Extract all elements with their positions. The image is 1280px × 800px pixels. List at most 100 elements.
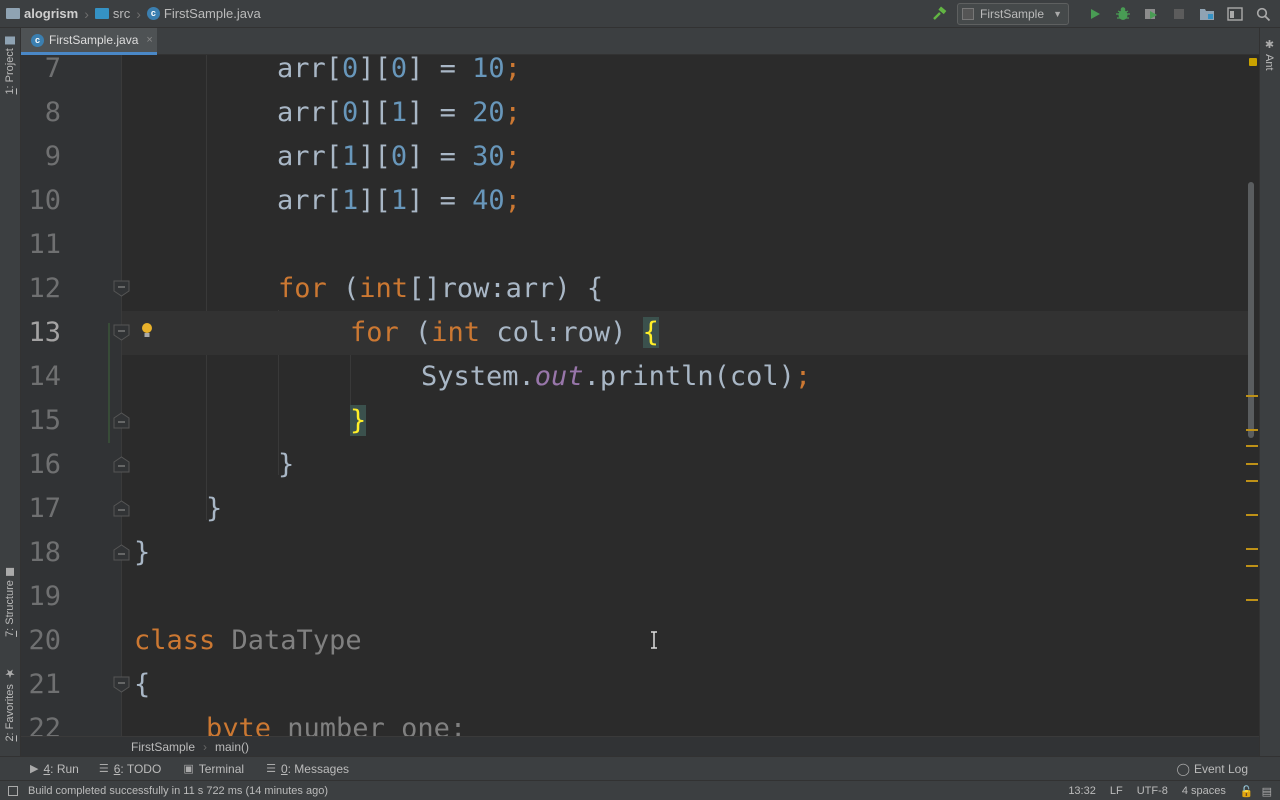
run-tab-number: 4 <box>43 761 51 776</box>
code-text: class DataType <box>134 625 362 656</box>
warning-marker[interactable] <box>1246 548 1258 550</box>
code-line: 16 } <box>21 443 1249 487</box>
left-tool-strip: 1: Project 7: Structure 2: Favorites ★ <box>0 28 21 756</box>
line-number: 21 <box>28 669 61 700</box>
tab-firstsample-java[interactable]: c FirstSample.java × <box>21 28 157 55</box>
toggle-tool-windows-icon[interactable] <box>8 785 18 796</box>
lock-icon[interactable]: 🔓 <box>1240 785 1254 798</box>
tab-label: FirstSample.java <box>49 33 139 47</box>
warning-marker[interactable] <box>1246 463 1258 465</box>
debug-bug-icon[interactable] <box>1112 3 1134 25</box>
ant-tab-label: Ant <box>1263 54 1275 71</box>
run-tab-label: : Run <box>50 761 79 776</box>
run-configuration-select[interactable]: FirstSample ▼ <box>957 3 1069 25</box>
code-line: 9 arr[1][0] = 30; <box>21 135 1249 179</box>
breadcrumb-method[interactable]: main() <box>215 740 249 754</box>
structure-tool-window-button[interactable]: 7: Structure <box>2 568 18 637</box>
line-number: 13 <box>28 317 61 348</box>
warning-marker[interactable] <box>1246 599 1258 601</box>
breadcrumb-src[interactable]: src › <box>89 0 141 28</box>
code-text: arr[1][0] = 30; <box>277 141 521 172</box>
warning-marker[interactable] <box>1246 514 1258 516</box>
run-icon[interactable] <box>1084 3 1106 25</box>
file-encoding[interactable]: UTF-8 <box>1137 785 1168 797</box>
memory-indicator-icon[interactable]: ▤ <box>1262 785 1272 798</box>
code-line: 22 byte number_one; <box>21 707 1249 736</box>
java-class-icon: c <box>31 33 44 47</box>
window-layout-icon[interactable] <box>1224 3 1246 25</box>
code-breadcrumb: FirstSample › main() <box>21 736 1259 756</box>
search-everywhere-icon[interactable] <box>1252 3 1274 25</box>
coverage-icon[interactable] <box>1140 3 1162 25</box>
terminal-tab-label: Terminal <box>198 761 245 776</box>
warning-marker[interactable] <box>1246 480 1258 482</box>
warning-marker[interactable] <box>1246 565 1258 567</box>
fold-collapse-icon[interactable] <box>113 324 130 341</box>
code-text: } <box>206 493 223 524</box>
scrollbar-thumb[interactable] <box>1248 182 1254 438</box>
code-line: 7 arr[0][0] = 10; <box>21 55 1249 91</box>
build-hammer-icon[interactable] <box>928 3 950 25</box>
fold-end-icon[interactable] <box>113 544 130 561</box>
project-tab-number: 1 <box>4 88 16 95</box>
breadcrumb-project-label: alogrism <box>24 6 79 21</box>
java-class-icon: c <box>146 7 160 20</box>
right-tool-strip: ✱ Ant <box>1259 28 1280 756</box>
inspection-warning-icon[interactable] <box>1249 58 1257 66</box>
warning-marker[interactable] <box>1246 445 1258 447</box>
ant-tool-window-button[interactable]: ✱ Ant <box>1263 38 1276 71</box>
fold-collapse-icon[interactable] <box>113 280 130 297</box>
fold-end-icon[interactable] <box>113 456 130 473</box>
line-number: 19 <box>28 581 61 612</box>
favorites-tool-window-button[interactable]: 2: Favorites ★ <box>2 666 18 741</box>
breadcrumb-file[interactable]: c FirstSample.java <box>141 0 261 28</box>
terminal-tool-window-button[interactable]: ▣ Terminal <box>183 762 244 776</box>
todo-tool-window-button[interactable]: ☰ 6: TODO <box>99 762 161 776</box>
line-number: 8 <box>44 97 61 128</box>
run-configuration-label: FirstSample <box>980 7 1045 21</box>
code-text: for (int col:row) { <box>350 317 659 348</box>
warning-marker[interactable] <box>1246 395 1258 397</box>
project-tab-label: : Project <box>4 48 16 89</box>
indent-setting[interactable]: 4 spaces <box>1182 785 1226 797</box>
chevron-down-icon: ▼ <box>1053 9 1062 19</box>
fold-end-icon[interactable] <box>113 412 130 429</box>
messages-tool-window-button[interactable]: ☰ 0: Messages <box>266 762 349 776</box>
close-icon[interactable]: × <box>146 34 152 46</box>
messages-icon: ☰ <box>266 763 276 775</box>
status-bar: Build completed successfully in 11 s 722… <box>0 780 1280 800</box>
line-number: 14 <box>28 361 61 392</box>
project-structure-icon[interactable] <box>1196 3 1218 25</box>
run-icon: ▶ <box>30 763 39 775</box>
line-number: 12 <box>28 273 61 304</box>
event-log-icon: ◯ <box>1176 762 1190 776</box>
warning-marker[interactable] <box>1246 429 1258 431</box>
line-number: 7 <box>44 55 61 84</box>
intention-bulb-icon[interactable] <box>140 322 154 343</box>
code-line: 19 <box>21 575 1249 619</box>
code-line: 15 } <box>21 399 1249 443</box>
code-text: arr[0][0] = 10; <box>277 55 521 84</box>
editor-scrollbar[interactable] <box>1245 55 1259 736</box>
breadcrumb-class[interactable]: FirstSample <box>131 740 195 754</box>
fold-collapse-icon[interactable] <box>113 676 130 693</box>
code-text: arr[1][1] = 40; <box>277 185 521 216</box>
code-editor[interactable]: 7 arr[0][0] = 10; 8 arr[0][1] = 20; 9 ar… <box>21 55 1259 736</box>
project-tool-window-button[interactable]: 1: Project <box>2 36 18 94</box>
event-log-button[interactable]: ◯ Event Log <box>1177 757 1248 781</box>
breadcrumb-project[interactable]: alogrism › <box>0 0 89 28</box>
breadcrumb-separator: › <box>203 739 208 754</box>
caret-position[interactable]: 13:32 <box>1068 785 1096 797</box>
line-separator[interactable]: LF <box>1110 785 1123 797</box>
status-message[interactable]: Build completed successfully in 11 s 722… <box>28 785 328 797</box>
line-number: 20 <box>28 625 61 656</box>
run-config-icon <box>962 8 974 20</box>
favorites-tab-label: : Favorites <box>4 684 16 736</box>
code-text: } <box>134 537 151 568</box>
tool-window-bar: ▶ 4: Run ☰ 6: TODO ▣ Terminal ☰ 0: Messa… <box>0 756 1280 780</box>
stop-icon[interactable] <box>1168 3 1190 25</box>
line-number: 18 <box>28 537 61 568</box>
fold-end-icon[interactable] <box>113 500 130 517</box>
run-tool-window-button[interactable]: ▶ 4: Run <box>30 762 79 776</box>
breadcrumb-file-label: FirstSample.java <box>163 6 261 21</box>
